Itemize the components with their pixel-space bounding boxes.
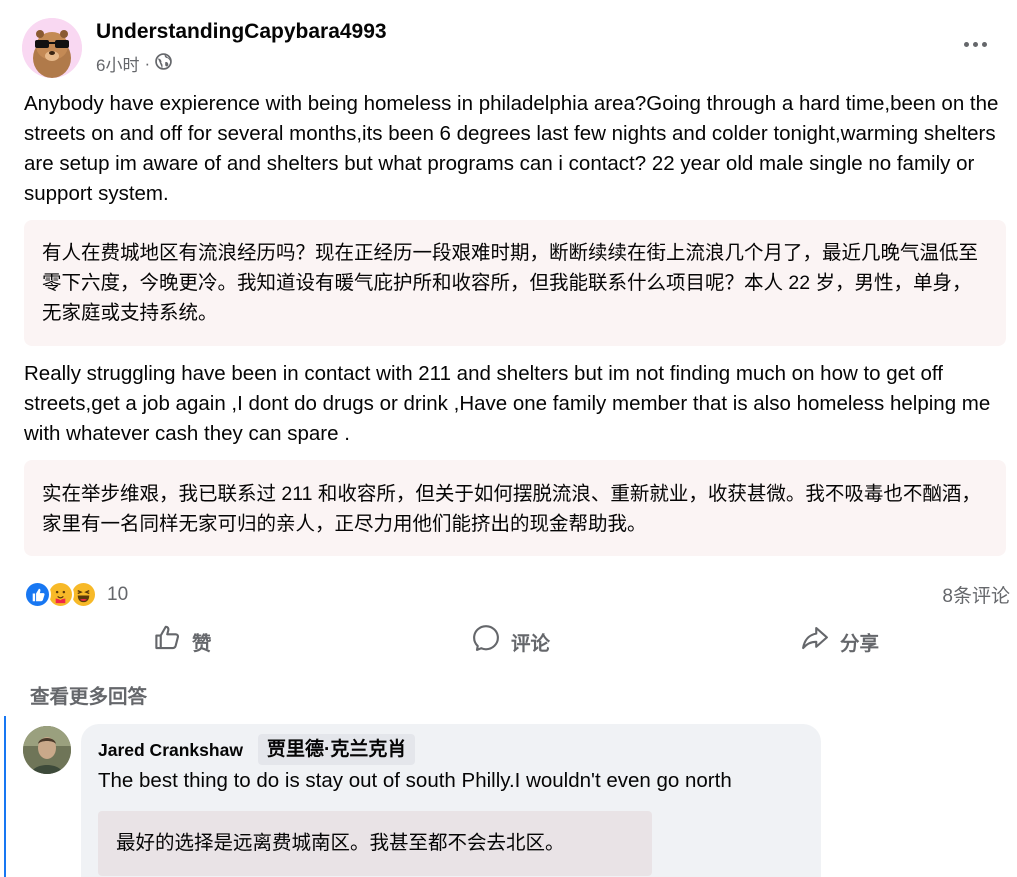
post-body-2: Really struggling have been in contact w…	[24, 362, 991, 445]
commenter-avatar[interactable]	[23, 726, 71, 774]
comment-bubble-icon	[471, 623, 501, 659]
comment-focus-bar	[4, 716, 6, 877]
comment-label: 评论	[511, 632, 551, 655]
post-translation-1: 有人在费城地区有流浪经历吗？现在正经历一段艰难时期，断断续续在街上流浪几个月了，…	[24, 220, 1006, 346]
reaction-count: 10	[107, 583, 129, 605]
comment-author-translation: 贾里德·克兰克肖	[258, 734, 416, 765]
meta-separator: ·	[144, 53, 151, 73]
comment-text: The best thing to do is stay out of sout…	[98, 769, 732, 792]
comment-bubble: Jared Crankshaw 贾里德·克兰克肖 The best thing …	[81, 724, 821, 877]
like-button[interactable]: 赞	[152, 618, 212, 664]
haha-icon	[70, 581, 97, 608]
like-icon	[24, 581, 51, 608]
post-meta: 6小时 ·	[96, 51, 172, 76]
post-translation-2: 实在举步维艰，我已联系过 211 和收容所，但关于如何摆脱流浪、重新就业，收获甚…	[24, 460, 1006, 556]
care-icon	[47, 581, 74, 608]
post-body-1: Anybody have expierence with being homel…	[24, 92, 999, 205]
comment-button[interactable]: 评论	[471, 618, 550, 664]
thumbs-up-icon	[152, 623, 182, 659]
author-avatar[interactable]	[22, 18, 82, 78]
comment-author[interactable]: Jared Crankshaw	[98, 740, 243, 761]
comment-translation: 最好的选择是远离费城南区。我甚至都不会去北区。	[98, 811, 652, 876]
share-label: 分享	[840, 632, 880, 655]
post-stats: 10 8条评论	[24, 577, 1010, 613]
comment-count[interactable]: 8条评论	[942, 581, 1010, 608]
post-author[interactable]: UnderstandingCapybara4993	[96, 20, 387, 44]
more-options-icon[interactable]	[958, 32, 992, 56]
post-time[interactable]: 6小时	[96, 51, 139, 76]
post-actions: 赞 评论 分享	[24, 618, 994, 664]
share-arrow-icon	[800, 623, 830, 659]
reactions-summary[interactable]: 10	[24, 581, 128, 608]
globe-icon	[155, 52, 172, 75]
share-button[interactable]: 分享	[800, 618, 879, 664]
post-header: UnderstandingCapybara4993 6小时 ·	[22, 18, 1002, 80]
view-more-answers-link[interactable]: 查看更多回答	[30, 680, 147, 709]
comment-item: Jared Crankshaw 贾里德·克兰克肖 The best thing …	[0, 716, 1017, 877]
like-label: 赞	[192, 632, 212, 655]
